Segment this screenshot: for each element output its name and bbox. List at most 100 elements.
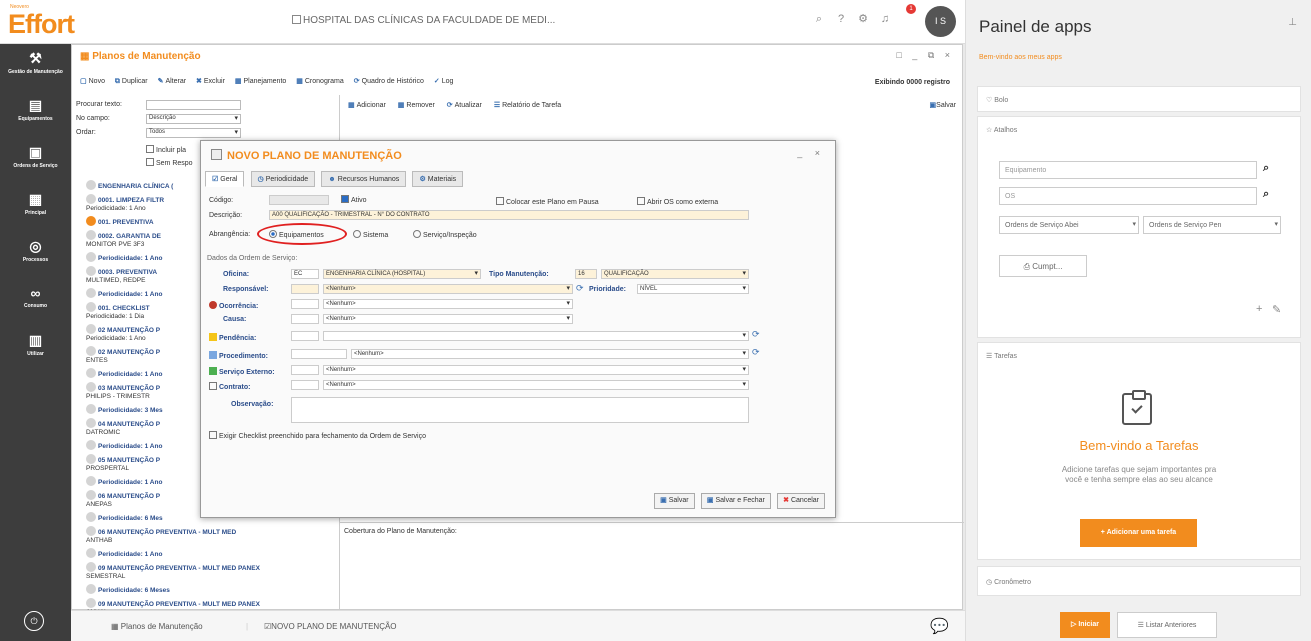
start-button[interactable]: ▷ Iniciar — [1060, 612, 1110, 638]
os-search-input[interactable]: OS — [999, 187, 1257, 205]
tab-recursos[interactable]: ☻ Recursos Humanos — [321, 171, 407, 187]
remove-button[interactable]: ▦ Remover — [398, 102, 435, 109]
bell-icon[interactable]: ♫ — [878, 13, 892, 27]
tree-node[interactable]: 06 MANUTENÇÃO PREVENTIVA - MULT MED ANTHA… — [86, 526, 338, 545]
radio-circle — [353, 230, 361, 238]
descricao-input[interactable]: A00 QUALIFICAÇÃO - TRIMESTRAL - N° DO CO… — [269, 210, 749, 220]
help-icon[interactable]: ? — [834, 13, 848, 27]
order-select[interactable]: Todos — [146, 128, 241, 138]
tab-materiais[interactable]: ⚙ Materiais — [412, 171, 464, 187]
codigo-input[interactable] — [269, 195, 329, 205]
list-previous-button[interactable]: ☰ Listar Anteriores — [1117, 612, 1217, 638]
refresh-icon[interactable]: ⟳ — [752, 347, 760, 358]
cumpt-button[interactable]: ⎙ Cumpt... — [999, 255, 1087, 277]
refresh-icon[interactable]: ⟳ — [752, 329, 760, 340]
refresh-icon[interactable]: ⟳ — [576, 283, 584, 294]
sidebar-item-equipamentos[interactable]: ▤ Equipamentos — [0, 91, 71, 138]
bolo-card[interactable]: ♡ Bolo — [977, 86, 1301, 112]
power-icon[interactable]: ⏻ — [24, 611, 44, 631]
causa-code[interactable] — [291, 314, 319, 324]
no-resp-checkbox[interactable]: Sem Respo — [146, 158, 193, 167]
gear-icon[interactable]: ⚙ — [856, 12, 870, 26]
taskbar-tab-plans[interactable]: ▦ Planos de Manutenção — [111, 622, 203, 631]
edit-icon[interactable]: ✎ — [1272, 303, 1281, 316]
duplicate-button[interactable]: ⧉ Duplicar — [115, 78, 148, 85]
tipo-code[interactable]: 16 — [575, 269, 597, 279]
tipo-select[interactable]: QUALIFICAÇÃO — [601, 269, 749, 279]
servico-code[interactable] — [291, 365, 319, 375]
sidebar-item-principal[interactable]: ▦ Principal — [0, 185, 71, 232]
pause-checkbox[interactable]: Colocar este Plano em Pausa — [496, 197, 599, 206]
pendencia-code[interactable] — [291, 331, 319, 341]
add-button[interactable]: ▦ Adicionar — [348, 102, 386, 109]
log-button[interactable]: ✓ Log — [434, 78, 454, 85]
save-button[interactable]: ▣ Salvar — [654, 493, 695, 509]
edit-button[interactable]: ✎ Alterar — [158, 78, 187, 85]
cancel-button[interactable]: ✖ Cancelar — [777, 493, 825, 509]
sidebar-item-ordens[interactable]: ▣ Ordens de Serviço — [0, 138, 71, 185]
save-close-button[interactable]: ▣ Salvar e Fechar — [700, 493, 771, 509]
search-icon[interactable]: ⌕ — [1263, 162, 1269, 175]
history-button[interactable]: ⟳ Quadro de Histórico — [354, 78, 424, 85]
equipment-search-input[interactable]: Equipamento — [999, 161, 1257, 179]
tree-node-title: Periodicidade: 1 Ano — [98, 551, 163, 558]
sidebar-item-processos[interactable]: ◎ Processos — [0, 232, 71, 279]
taskbar-tab-new-plan[interactable]: ☑NOVO PLANO DE MANUTENÇÃO — [264, 622, 397, 631]
tree-node[interactable]: Periodicidade: 1 Ano — [86, 548, 338, 559]
search-icon[interactable]: ⌕ — [812, 13, 826, 27]
open-os-select[interactable]: Ordens de Serviço Abei — [999, 216, 1139, 234]
external-os-checkbox[interactable]: Abrir OS como externa — [637, 197, 718, 206]
observacao-textarea[interactable] — [291, 397, 749, 423]
window-controls[interactable]: □ _ ⧉ × — [896, 50, 954, 61]
ocorrencia-select[interactable]: <Nenhum> — [323, 299, 573, 309]
window-title: ▦ Planos de Manutenção — [80, 51, 201, 62]
ativo-checkbox[interactable]: Ativo — [341, 195, 367, 204]
sidebar-item-gestao[interactable]: ⚒ Gestão de Manutenção — [0, 44, 71, 91]
pending-os-select[interactable]: Ordens de Serviço Pen — [1143, 216, 1281, 234]
new-button[interactable]: ▢ Novo — [80, 78, 105, 85]
task-report-button[interactable]: ☰ Relatório de Tarefa — [494, 102, 561, 109]
sidebar-item-consumo[interactable]: ∞ Consumo — [0, 279, 71, 326]
app-logo[interactable]: Effort — [8, 9, 75, 40]
procedimento-code[interactable] — [291, 349, 347, 359]
tab-geral[interactable]: ☑ Geral — [205, 171, 245, 187]
rp-save-button[interactable]: ▣Salvar — [930, 101, 956, 109]
procedimento-select[interactable]: <Nenhum> — [351, 349, 749, 359]
field-select[interactable]: Descrição — [146, 114, 241, 124]
radio-sistema[interactable]: Sistema — [353, 230, 388, 239]
planning-button[interactable]: ▦ Planejamento — [235, 78, 286, 85]
tree-node[interactable]: Periodicidade: 6 Meses — [86, 584, 338, 595]
oficina-code[interactable]: EC — [291, 269, 319, 279]
add-icon[interactable]: + — [1256, 303, 1262, 315]
tree-node[interactable]: 09 MANUTENÇÃO PREVENTIVA - MULT MED PANE… — [86, 562, 338, 581]
cronometro-card: ◷ Cronômetro — [977, 566, 1301, 596]
responsavel-select[interactable]: <Nenhum> — [323, 284, 573, 294]
tree-node-sub: ANTHAB — [86, 537, 113, 544]
schedule-button[interactable]: ▦ Cronograma — [296, 78, 344, 85]
contrato-select[interactable]: <Nenhum> — [323, 380, 749, 390]
contrato-code[interactable] — [291, 380, 319, 390]
refresh-button[interactable]: ⟳ Atualizar — [447, 102, 482, 109]
tab-periodicidade[interactable]: ◷ Periodicidade — [250, 171, 316, 187]
causa-select[interactable]: <Nenhum> — [323, 314, 573, 324]
save-icon: ▣ — [660, 497, 667, 504]
delete-button[interactable]: ✖ Excluir — [196, 78, 225, 85]
search-icon[interactable]: ⌕ — [1263, 188, 1269, 201]
sidebar-item-utilizar[interactable]: ▥ Utilizar — [0, 326, 71, 373]
include-checkbox[interactable]: Incluir pla — [146, 145, 186, 154]
ocorrencia-code[interactable] — [291, 299, 319, 309]
servico-select[interactable]: <Nenhum> — [323, 365, 749, 375]
search-input[interactable] — [146, 100, 241, 110]
responsavel-code[interactable] — [291, 284, 319, 294]
prioridade-select[interactable]: NÍVEL — [637, 284, 749, 294]
oficina-select[interactable]: ENGENHARIA CLÍNICA (HOSPITAL) — [323, 269, 481, 279]
pendencia-select[interactable] — [323, 331, 749, 341]
avatar[interactable]: I S — [925, 6, 956, 37]
chat-icon[interactable]: 💬 — [930, 617, 949, 635]
materials-icon: ⚙ — [419, 176, 426, 183]
radio-servico[interactable]: Serviço/Inspeção — [413, 230, 477, 239]
checklist-checkbox[interactable]: Exigir Checklist preenchido para fechame… — [209, 431, 426, 440]
dialog-controls[interactable]: _ × — [797, 148, 825, 158]
pin-icon[interactable]: ⊥ — [1288, 17, 1297, 28]
add-task-button[interactable]: + Adicionar uma tarefa — [1080, 519, 1197, 547]
